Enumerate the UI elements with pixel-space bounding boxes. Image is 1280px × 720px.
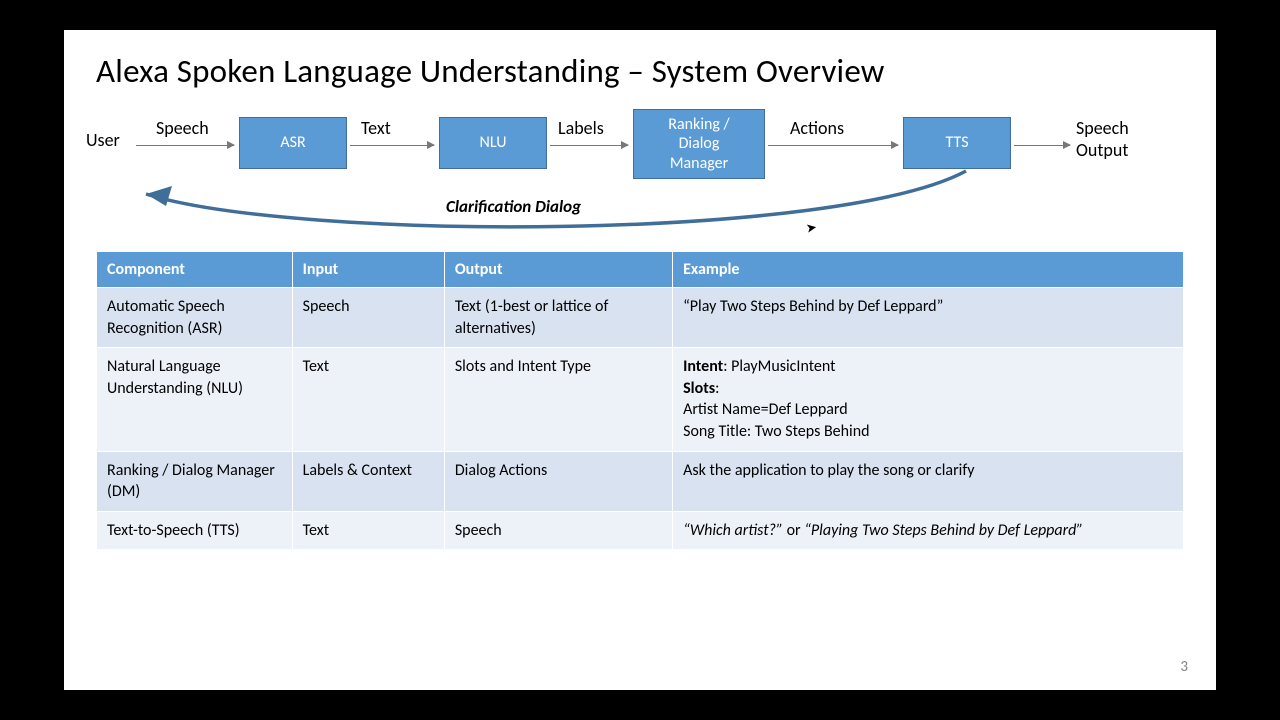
col-example: Example — [673, 251, 1184, 287]
arrow-icon — [350, 145, 434, 146]
col-input: Input — [292, 251, 444, 287]
node-asr: ASR — [239, 117, 347, 169]
table-row: Text-to-Speech (TTS) Text Speech “Which … — [97, 511, 1184, 550]
edge-label-actions: Actions — [790, 117, 844, 139]
table-row: Natural Language Understanding (NLU) Tex… — [97, 348, 1184, 451]
arrow-icon — [136, 145, 234, 146]
feedback-label: Clarification Dialog — [446, 196, 581, 217]
slide: Alexa Spoken Language Understanding – Sy… — [64, 30, 1216, 690]
col-component: Component — [97, 251, 293, 287]
edge-label-text: Text — [361, 117, 391, 139]
node-tts: TTS — [903, 117, 1011, 169]
arrow-icon — [1014, 145, 1070, 146]
components-table: Component Input Output Example Automatic… — [96, 251, 1184, 550]
pipeline-start: User — [86, 129, 120, 151]
table-row: Ranking / Dialog Manager (DM) Labels & C… — [97, 451, 1184, 511]
slide-title: Alexa Spoken Language Understanding – Sy… — [96, 52, 1184, 91]
cursor-icon: ➤ — [805, 220, 818, 237]
pipeline-diagram: User Speech ASR Text NLU Labels Ranking … — [96, 101, 1184, 251]
edge-label-labels: Labels — [558, 117, 604, 139]
edge-label-speech: Speech — [156, 117, 209, 139]
node-nlu: NLU — [439, 117, 547, 169]
page-number: 3 — [1180, 658, 1188, 676]
arrow-icon — [768, 145, 898, 146]
arrow-icon — [550, 145, 628, 146]
col-output: Output — [444, 251, 672, 287]
table-row: Automatic Speech Recognition (ASR) Speec… — [97, 287, 1184, 347]
pipeline-end: Speech Output — [1076, 117, 1129, 161]
